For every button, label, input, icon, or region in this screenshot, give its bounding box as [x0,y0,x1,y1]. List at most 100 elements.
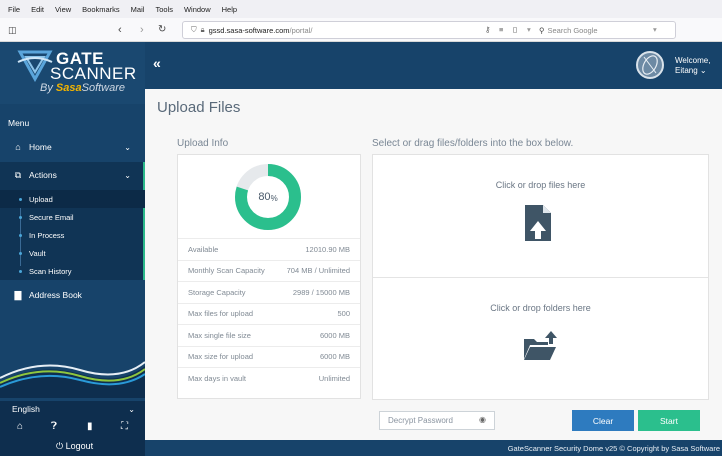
sub-item-label: In Process [29,230,65,240]
logo-scanner: SCANNER [50,64,137,83]
key-icon[interactable]: ⚷ [485,25,491,34]
chevron-down-icon: ⌄ [124,170,131,180]
logout-button[interactable]: ⏻︎ Logout [56,441,93,452]
logout-label: Logout [65,441,94,451]
clear-button[interactable]: Clear [572,410,634,431]
info-label: Max size for upload [188,352,254,362]
sidebar-item-home[interactable]: ⌂ Home ⌄ [0,138,145,156]
info-value: 500 [337,309,350,319]
info-label: Available [188,244,219,254]
bullet-icon [19,252,22,255]
search-box[interactable]: ⚲ Search Google [539,24,659,36]
sub-item-label: Scan History [29,266,72,276]
drop-instructions: Select or drag files/folders into the bo… [372,138,574,149]
start-button[interactable]: Start [638,410,700,431]
chevron-down-icon[interactable]: ▾ [527,25,531,34]
welcome-label: Welcome, [675,56,711,65]
actions-icon: ⧉ [14,169,22,180]
sidebar-footer: ⌂ ❓︎ ▮ ⛶ ⏻︎ Logout [0,417,145,456]
sidebar: GATE SCANNER By SasaSoftware Menu ⌂ Home… [0,42,145,456]
info-value: 6000 MB [319,330,350,340]
sidebar-actions-label: Actions [29,170,57,180]
browser-navbar: ◫ ‹ › ↻ ⛉ 🔒︎ gssd.sasa-software.com /por… [0,18,722,42]
sidebar-item-vault[interactable]: Vault [0,244,145,262]
info-label: Max files for upload [188,309,254,319]
sidebar-item-scan-history[interactable]: Scan History [0,262,145,280]
menu-view[interactable]: View [55,5,71,14]
forward-icon[interactable]: › [140,23,144,37]
info-label: Monthly Scan Capacity [188,266,265,276]
sidebar-item-secure-email[interactable]: Secure Email [0,208,145,226]
menu-window[interactable]: Window [184,5,211,14]
sidebar-item-actions[interactable]: ⧉ Actions ⌄ [0,166,145,184]
info-value: 2989 / 15000 MB [292,287,350,297]
address-book-icon: ▇ [14,289,22,300]
file-drop-zone[interactable]: Click or drop files here [373,155,708,277]
password-placeholder: Decrypt Password [388,416,453,425]
info-row-max-size: Max size for upload 6000 MB [178,345,360,368]
menu-file[interactable]: File [8,5,20,14]
main-content: Upload Files Upload Info Select or drag … [145,89,722,440]
decorative-wave [0,361,145,398]
home-icon[interactable]: ⌂ [17,421,23,432]
usage-percent-value: 80 [258,191,271,203]
info-row-max-files: Max files for upload 500 [178,302,360,325]
upload-info-panel: 80% Available 12010.90 MB Monthly Scan C… [177,154,361,399]
sidebar-item-in-process[interactable]: In Process [0,226,145,244]
folder-upload-icon [524,331,557,360]
search-placeholder: Search Google [547,25,598,35]
chevron-down-icon: ⌄ [128,404,135,414]
user-avatar-icon [642,55,658,75]
url-path: /portal/ [289,25,313,35]
menu-edit[interactable]: Edit [31,5,44,14]
info-label: Max days in vault [188,373,246,383]
language-label: English [12,404,40,414]
home-icon: ⌂ [15,142,21,152]
fullscreen-icon[interactable]: ⛶ [121,421,128,432]
user-name: Eitang ⌄ [675,66,707,75]
bullet-icon [19,216,22,219]
menu-tools[interactable]: Tools [155,5,173,14]
sub-item-label: Vault [29,248,46,258]
language-select[interactable]: English ⌄ [0,401,145,417]
logo-byline: By SasaSoftware [40,82,126,94]
upload-info-label: Upload Info [177,138,229,149]
sidebar-item-upload[interactable]: Upload [0,190,145,208]
sidebar-item-address-book[interactable]: ▇ Address Book [0,286,145,304]
search-icon: ⚲ [539,25,545,35]
info-row-max-single: Max single file size 6000 MB [178,324,360,346]
bookmark-icon[interactable]: ▯ [513,25,517,34]
page-title: Upload Files [157,99,241,116]
power-icon: ⏻︎ [56,441,64,451]
avatar[interactable] [636,51,664,79]
back-icon[interactable]: ‹ [118,23,122,37]
shield-icon: ⛉ [191,25,197,34]
help-icon[interactable]: ❓︎ [51,421,57,432]
address-bar[interactable]: ⛉ 🔒︎ gssd.sasa-software.com /portal/ ⚷ ≡… [182,21,676,39]
gatescanner-logo[interactable]: GATE SCANNER By SasaSoftware [0,42,145,104]
bullet-icon [19,234,22,237]
info-value: 12010.90 MB [305,244,350,254]
sub-item-label: Secure Email [29,212,74,222]
chevron-down-icon: ⌄ [124,142,131,152]
footer-copyright: GateScanner Security Dome v25 © Copyrigh… [145,440,722,456]
reader-icon[interactable]: ≡ [499,25,503,34]
reload-icon[interactable]: ↻ [158,23,166,37]
user-menu[interactable]: Welcome, Eitang ⌄ [675,56,710,76]
sub-item-label: Upload [29,194,53,204]
book-icon[interactable]: ▮ [87,421,93,432]
file-upload-icon [525,205,551,241]
browser-menubar: File Edit View Bookmarks Mail Tools Wind… [0,0,722,18]
eye-icon[interactable]: ◉ [479,415,486,424]
usage-percent: 80% [234,163,302,231]
menu-mail[interactable]: Mail [131,5,145,14]
menu-bookmarks[interactable]: Bookmarks [82,5,120,14]
search-engine-chevron-icon[interactable]: ▾ [653,25,657,34]
menu-help[interactable]: Help [222,5,237,14]
decrypt-password-input[interactable]: Decrypt Password ◉ [379,411,495,430]
sidebar-toggle-icon[interactable]: ◫ [8,23,17,37]
info-label: Max single file size [188,330,251,340]
url-host: gssd.sasa-software.com [208,25,290,35]
drop-zone-panel: Click or drop files here Click or drop f… [372,154,709,400]
collapse-sidebar-icon[interactable]: « [153,55,161,71]
